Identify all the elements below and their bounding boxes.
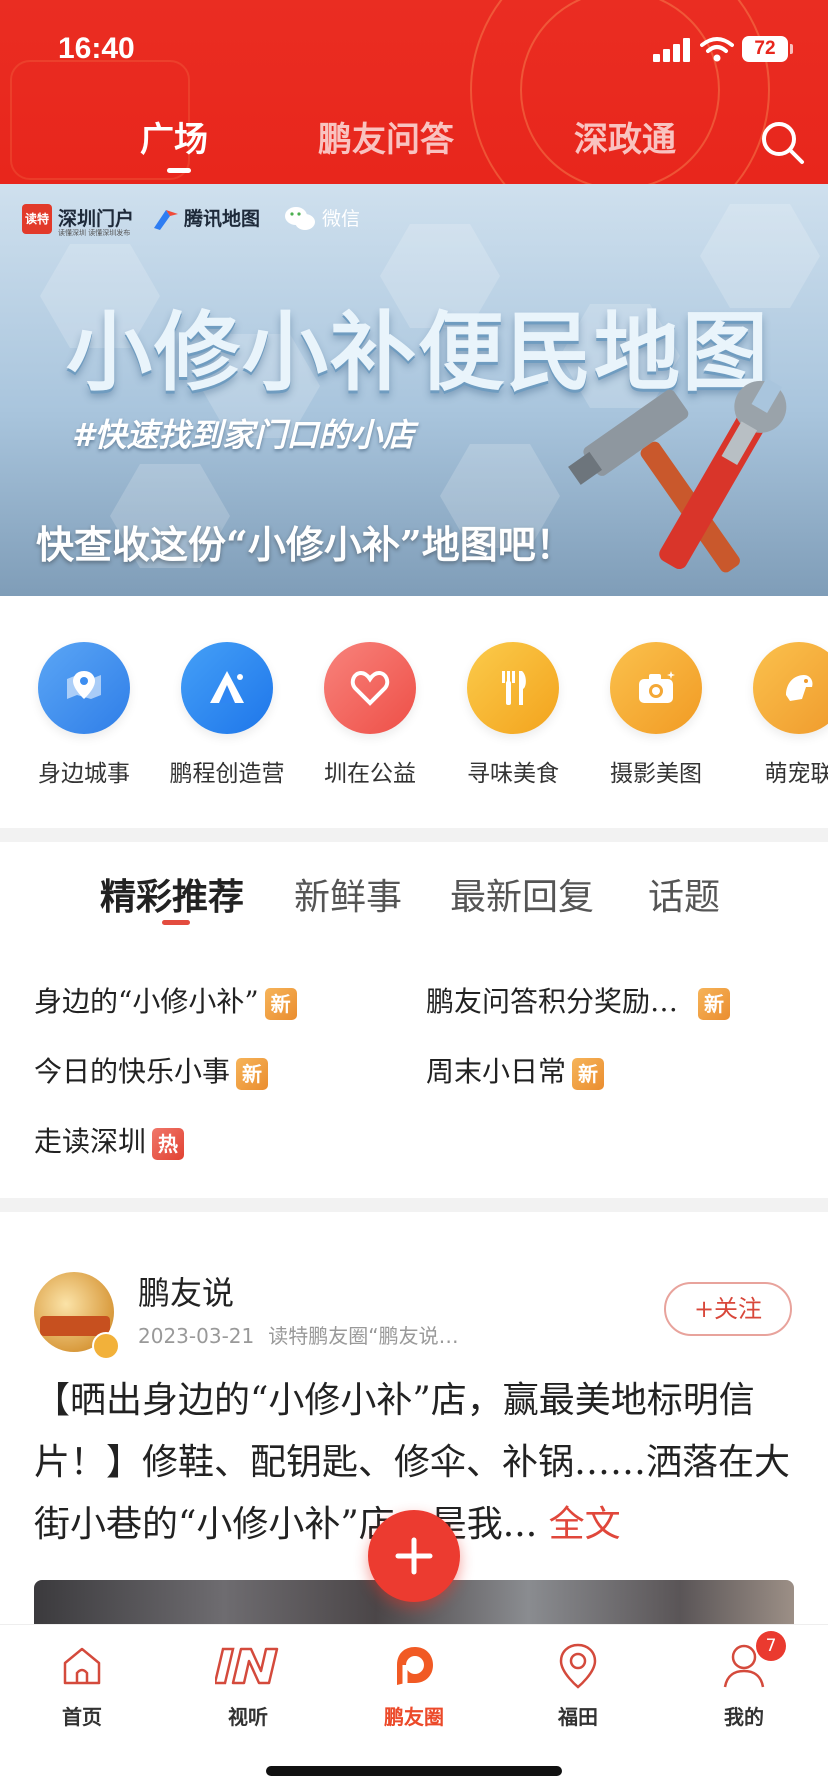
pet-icon — [753, 642, 828, 734]
tab-huati[interactable]: 话题 — [648, 868, 720, 920]
tab-zuixin-huifu[interactable]: 最新回复 — [450, 868, 594, 920]
category-label: 摄影美图 — [610, 761, 702, 787]
verified-badge-icon — [92, 1332, 120, 1360]
in-logo-icon — [215, 1647, 279, 1685]
nav-futian[interactable]: 福田 — [518, 1637, 638, 1730]
nav-label: 首页 — [62, 1705, 102, 1729]
category-sheying-meitu[interactable]: 摄影美图 — [591, 642, 721, 788]
wechat-logo: 微信 — [322, 208, 361, 230]
category-label: 鹏程创造营 — [169, 761, 285, 787]
topic-text: 走读深圳 — [34, 1125, 147, 1158]
nav-label: 我的 — [724, 1705, 764, 1729]
shenzhen-portal-logo: 深圳门户 — [58, 208, 135, 230]
category-xunwei-meishi[interactable]: 寻味美食 — [448, 642, 578, 788]
nav-label: 视听 — [228, 1705, 268, 1729]
post-date: 2023-03-21 — [138, 1324, 255, 1348]
camera-icon — [610, 642, 702, 734]
recommendation-tabs: 精彩推荐 新鲜事 最新回复 话题 — [0, 842, 828, 932]
top-tab-indicator — [167, 168, 191, 173]
create-post-button[interactable] — [368, 1510, 460, 1602]
tab-xinxianshi[interactable]: 新鲜事 — [294, 868, 402, 920]
signal-icon — [653, 38, 691, 62]
top-tab-bar: 广场 鹏友问答 深政通 — [0, 112, 828, 164]
tab-guangchang[interactable]: 广场 — [140, 112, 208, 161]
category-label: 身边城事 — [38, 761, 130, 787]
tab-shenzhengtong[interactable]: 深政通 — [574, 112, 676, 161]
fork-knife-icon — [467, 642, 559, 734]
topic-item[interactable]: 身边的“小修小补” 新 — [34, 980, 297, 1020]
new-badge: 新 — [236, 1057, 269, 1090]
post-author[interactable]: 鹏友说 — [138, 1268, 234, 1314]
nav-label: 鹏友圈 — [384, 1705, 444, 1729]
hot-badge: 热 — [152, 1127, 185, 1160]
tab-jingcai-tuijian[interactable]: 精彩推荐 — [100, 868, 244, 920]
home-icon — [63, 1647, 101, 1685]
wechat-icon — [285, 207, 315, 230]
status-time: 16:40 — [58, 32, 135, 65]
tab-pengyou-wenda[interactable]: 鹏友问答 — [318, 112, 454, 161]
post-meta: 2023-03-21 读特鹏友圈“鹏友说… — [138, 1320, 459, 1349]
post-circle[interactable]: 读特鹏友圈“鹏友说… — [268, 1324, 458, 1348]
topic-item[interactable]: 鹏友问答积分奖励… 新 — [426, 980, 731, 1020]
nav-label: 福田 — [558, 1705, 598, 1729]
topic-text: 今日的快乐小事 — [34, 1055, 231, 1088]
triangle-icon — [181, 642, 273, 734]
shenzhen-portal-subtitle: 读懂深圳 读懂深圳发布 — [58, 229, 131, 237]
pengyou-circle-icon — [397, 1647, 433, 1685]
heart-icon — [324, 642, 416, 734]
follow-button[interactable]: +关注 — [664, 1282, 792, 1336]
battery-indicator: 72 — [742, 36, 793, 62]
new-badge: 新 — [572, 1057, 605, 1090]
category-mengchong[interactable]: 萌宠联 — [734, 642, 828, 788]
nav-mine[interactable]: 7 我的 — [684, 1631, 804, 1730]
wifi-icon — [700, 37, 734, 62]
tencent-map-logo: 腾讯地图 — [184, 208, 261, 230]
topic-text: 身边的“小修小补” — [34, 985, 259, 1018]
new-badge: 新 — [698, 987, 731, 1020]
hammer-wrench-illustration — [568, 378, 787, 573]
nav-shiting[interactable]: 视听 — [188, 1637, 308, 1730]
search-icon[interactable] — [758, 118, 806, 166]
app-header: 16:40 72 广场 鹏友问答 深政通 — [0, 0, 828, 184]
section-divider — [0, 828, 828, 842]
section-divider — [0, 1198, 828, 1212]
plus-icon — [395, 1537, 433, 1575]
status-bar: 16:40 72 — [0, 30, 828, 70]
map-pin-icon — [38, 642, 130, 734]
location-pin-icon — [559, 1643, 597, 1689]
topic-text: 鹏友问答积分奖励… — [426, 985, 679, 1018]
rec-tab-indicator — [162, 920, 190, 925]
category-label: 圳在公益 — [324, 761, 416, 787]
topic-item[interactable]: 走读深圳热 — [34, 1120, 185, 1160]
category-shortcuts: 身边城事 鹏程创造营 圳在公益 寻味美食 摄影美图 萌宠联 — [0, 596, 828, 828]
new-badge: 新 — [264, 987, 297, 1020]
banner-hashtag: #快速找到家门口的小店 — [72, 416, 415, 454]
topic-item[interactable]: 周末小日常新 — [426, 1050, 605, 1090]
topic-text: 周末小日常 — [426, 1055, 567, 1088]
banner-caption: 快查收这份“小修小补”地图吧！ — [36, 522, 574, 567]
topic-item[interactable]: 今日的快乐小事新 — [34, 1050, 269, 1090]
category-pengcheng-chuangzaoying[interactable]: 鹏程创造营 — [162, 642, 292, 788]
dute-logo: 读特 — [22, 204, 52, 234]
tencent-map-icon — [154, 210, 178, 230]
promo-banner[interactable]: 读特 深圳门户 读懂深圳 读懂深圳发布 腾讯地图 微信 小修小补便民地图 #快速… — [0, 184, 828, 596]
category-zhenzai-gongyi[interactable]: 圳在公益 — [305, 642, 435, 788]
category-label: 萌宠联 — [764, 761, 828, 787]
category-shenbian-chengshi[interactable]: 身边城事 — [19, 642, 149, 788]
hot-topics: 身边的“小修小补” 新 鹏友问答积分奖励… 新 今日的快乐小事新 周末小日常新 走读… — [0, 950, 828, 1180]
home-indicator — [266, 1766, 562, 1776]
nav-pengyouquan[interactable]: 鹏友圈 — [354, 1637, 474, 1730]
notification-badge: 7 — [756, 1631, 786, 1661]
read-more-link[interactable]: 全文 — [549, 1504, 621, 1545]
category-label: 寻味美食 — [467, 761, 559, 787]
nav-home[interactable]: 首页 — [22, 1637, 142, 1730]
